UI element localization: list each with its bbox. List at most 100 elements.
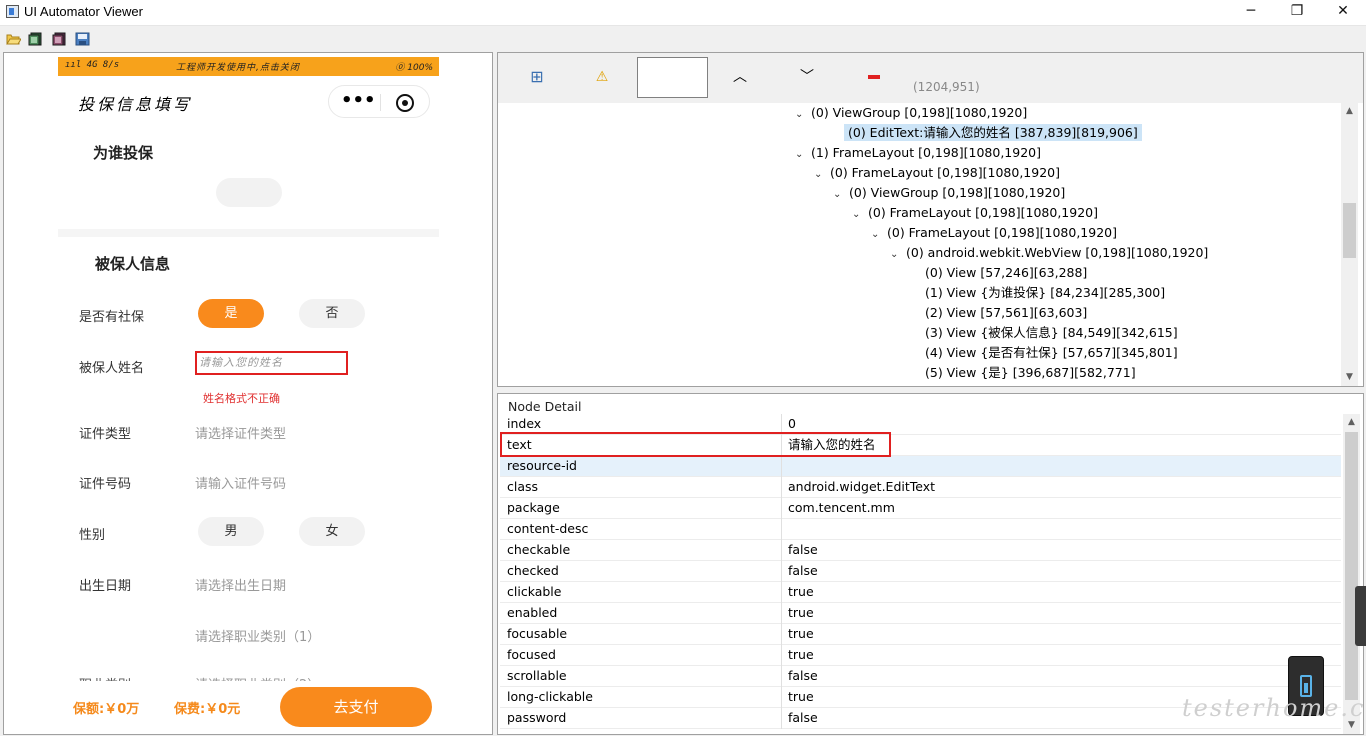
- detail-value[interactable]: true: [788, 603, 814, 623]
- tree-node[interactable]: ⌄ (1) FrameLayout [0,198][1080,1920]: [795, 143, 1041, 163]
- hierarchy-scroll-thumb[interactable]: [1343, 203, 1356, 258]
- name-error-message: 姓名格式不正确: [203, 392, 280, 405]
- detail-value[interactable]: false: [788, 666, 818, 686]
- open-folder-icon[interactable]: [6, 32, 21, 46]
- birth-date-select[interactable]: 请选择出生日期: [195, 575, 286, 594]
- detail-value[interactable]: false: [788, 708, 818, 728]
- expand-chevron-icon[interactable]: ⌄: [795, 105, 811, 125]
- hierarchy-scrollbar[interactable]: ▲ ▼: [1341, 103, 1358, 386]
- detail-row-checked[interactable]: checked false: [500, 561, 1341, 582]
- toggle-naf-icon[interactable]: [862, 65, 886, 89]
- tree-node[interactable]: (5) View {是} [396,687][582,771]: [909, 363, 1136, 383]
- gender-male-button[interactable]: 男: [198, 517, 264, 546]
- detail-scroll-thumb[interactable]: [1345, 432, 1358, 700]
- tree-node[interactable]: (2) View [57,561][63,603]: [909, 303, 1087, 323]
- text-row-annotation: [500, 432, 891, 457]
- window-title: UI Automator Viewer: [24, 4, 143, 19]
- expand-chevron-icon[interactable]: ⌄: [833, 185, 849, 205]
- node-detail-table: index 0 text 请输入您的姓名 resource-id class android…: [500, 414, 1341, 734]
- minimize-button[interactable]: ─: [1228, 0, 1274, 24]
- scroll-down-icon[interactable]: ▼: [1341, 369, 1358, 386]
- close-mini-program-icon[interactable]: [396, 94, 414, 112]
- tree-node-label: (0) FrameLayout [0,198][1080,1920]: [887, 225, 1117, 240]
- dev-mode-notice[interactable]: 工程师开发使用中,点击关闭: [176, 60, 300, 73]
- mini-program-title: 投保信息填写: [78, 95, 193, 114]
- expand-all-icon[interactable]: ⊞: [525, 65, 549, 89]
- detail-row-content-desc[interactable]: content-desc: [500, 519, 1341, 540]
- main-toolbar: [0, 27, 1366, 51]
- id-type-select[interactable]: 请选择证件类型: [195, 423, 286, 442]
- pay-button[interactable]: 去支付: [280, 687, 432, 727]
- device-screenshot-compressed-icon[interactable]: [52, 32, 67, 46]
- detail-value[interactable]: true: [788, 624, 814, 644]
- tree-node[interactable]: ⌄ (0) android.webkit.WebView [0,198][1080…: [890, 243, 1208, 263]
- tree-node-label: (0) ViewGroup [0,198][1080,1920]: [849, 185, 1066, 200]
- expand-chevron-icon[interactable]: ⌄: [852, 205, 868, 225]
- id-number-input[interactable]: 请输入证件号码: [195, 473, 286, 492]
- device-screenshot-icon[interactable]: [28, 32, 43, 46]
- detail-value[interactable]: true: [788, 645, 814, 665]
- detail-row-checkable[interactable]: checkable false: [500, 540, 1341, 561]
- tree-node[interactable]: ⌄ (0) FrameLayout [0,198][1080,1920]: [871, 223, 1117, 243]
- save-icon[interactable]: [75, 32, 90, 46]
- detail-row-focusable[interactable]: focusable true: [500, 624, 1341, 645]
- tree-node[interactable]: ⌄ (0) FrameLayout [0,198][1080,1920]: [814, 163, 1060, 183]
- detail-value[interactable]: 0: [788, 414, 796, 434]
- tree-node-label: (0) FrameLayout [0,198][1080,1920]: [830, 165, 1060, 180]
- detail-scrollbar[interactable]: ▲ ▼: [1343, 414, 1360, 734]
- tree-node-label: (0) ViewGroup [0,198][1080,1920]: [811, 105, 1028, 120]
- hierarchy-toolbar: ⊞ ⚠ ︿ ﹀ (1204,951): [498, 53, 1363, 103]
- previous-node-icon[interactable]: ︿: [728, 65, 752, 89]
- insured-person-selector[interactable]: [216, 178, 282, 207]
- tree-node-label: (2) View [57,561][63,603]: [925, 305, 1088, 320]
- next-node-icon[interactable]: ﹀: [795, 65, 819, 89]
- tree-node[interactable]: (4) View {是否有社保} [57,657][345,801]: [909, 343, 1178, 363]
- detail-row-enabled[interactable]: enabled true: [500, 603, 1341, 624]
- close-button[interactable]: ✕: [1320, 0, 1366, 24]
- detail-key: focused: [507, 647, 556, 662]
- detail-value[interactable]: android.widget.EditText: [788, 477, 935, 497]
- job-category-1-select[interactable]: 请选择职业类别（1）: [195, 626, 320, 645]
- insured-info-title: 被保人信息: [95, 255, 171, 273]
- expand-chevron-icon[interactable]: ⌄: [814, 165, 830, 185]
- scroll-up-icon[interactable]: ▲: [1341, 103, 1358, 120]
- warning-icon[interactable]: ⚠: [590, 65, 614, 89]
- tree-node[interactable]: (3) View {被保人信息} [84,549][342,615]: [909, 323, 1178, 343]
- tree-node[interactable]: ⌄ (0) FrameLayout [0,198][1080,1920]: [852, 203, 1098, 223]
- expand-chevron-icon[interactable]: ⌄: [795, 145, 811, 165]
- coverage-amount: 保额:￥0万: [73, 702, 140, 717]
- tree-node[interactable]: (0) View [57,246][63,288]: [909, 263, 1087, 283]
- gender-female-button[interactable]: 女: [299, 517, 365, 546]
- detail-row-clickable[interactable]: clickable true: [500, 582, 1341, 603]
- hierarchy-tree[interactable]: ⌄ (0) ViewGroup [0,198][1080,1920] (0) Edi…: [498, 103, 1341, 386]
- tree-node-label: (0) android.webkit.WebView [0,198][1080,…: [906, 245, 1209, 260]
- tree-node-label: (4) View {是否有社保} [57,657][345,801]: [925, 345, 1178, 360]
- detail-key: checked: [507, 563, 559, 578]
- maximize-button[interactable]: ❐: [1274, 0, 1320, 24]
- detail-value[interactable]: true: [788, 687, 814, 707]
- detail-value[interactable]: false: [788, 561, 818, 581]
- name-input[interactable]: 请输入您的姓名: [195, 351, 348, 375]
- detail-scroll-up-icon[interactable]: ▲: [1343, 414, 1360, 431]
- expand-chevron-icon[interactable]: ⌄: [871, 225, 887, 245]
- detail-row-focused[interactable]: focused true: [500, 645, 1341, 666]
- detail-value[interactable]: true: [788, 582, 814, 602]
- tree-node[interactable]: ⌄ (0) ViewGroup [0,198][1080,1920]: [833, 183, 1065, 203]
- detail-row-scrollable[interactable]: scrollable false: [500, 666, 1341, 687]
- detail-row-package[interactable]: package com.tencent.mm: [500, 498, 1341, 519]
- detail-key: enabled: [507, 605, 558, 620]
- detail-value[interactable]: false: [788, 540, 818, 560]
- detail-row-class[interactable]: class android.widget.EditText: [500, 477, 1341, 498]
- social-security-no-button[interactable]: 否: [299, 299, 365, 328]
- detail-row-resource-id[interactable]: resource-id: [500, 456, 1341, 477]
- tree-node[interactable]: ⌄ (0) ViewGroup [0,198][1080,1920]: [795, 103, 1027, 123]
- tree-node[interactable]: (1) View {为谁投保} [84,234][285,300]: [909, 283, 1165, 303]
- tree-node[interactable]: (0) EditText:请输入您的姓名 [387,839][819,906]: [828, 123, 1142, 143]
- social-security-yes-button[interactable]: 是: [198, 299, 264, 328]
- expand-chevron-icon[interactable]: ⌄: [890, 245, 906, 265]
- cursor-coordinates: (1204,951): [913, 80, 980, 94]
- screenshot-toggle-box[interactable]: [637, 57, 708, 98]
- signal-status: ııl 4G 8/s: [65, 60, 120, 70]
- more-menu-icon[interactable]: •••: [341, 92, 376, 112]
- detail-value[interactable]: com.tencent.mm: [788, 498, 895, 518]
